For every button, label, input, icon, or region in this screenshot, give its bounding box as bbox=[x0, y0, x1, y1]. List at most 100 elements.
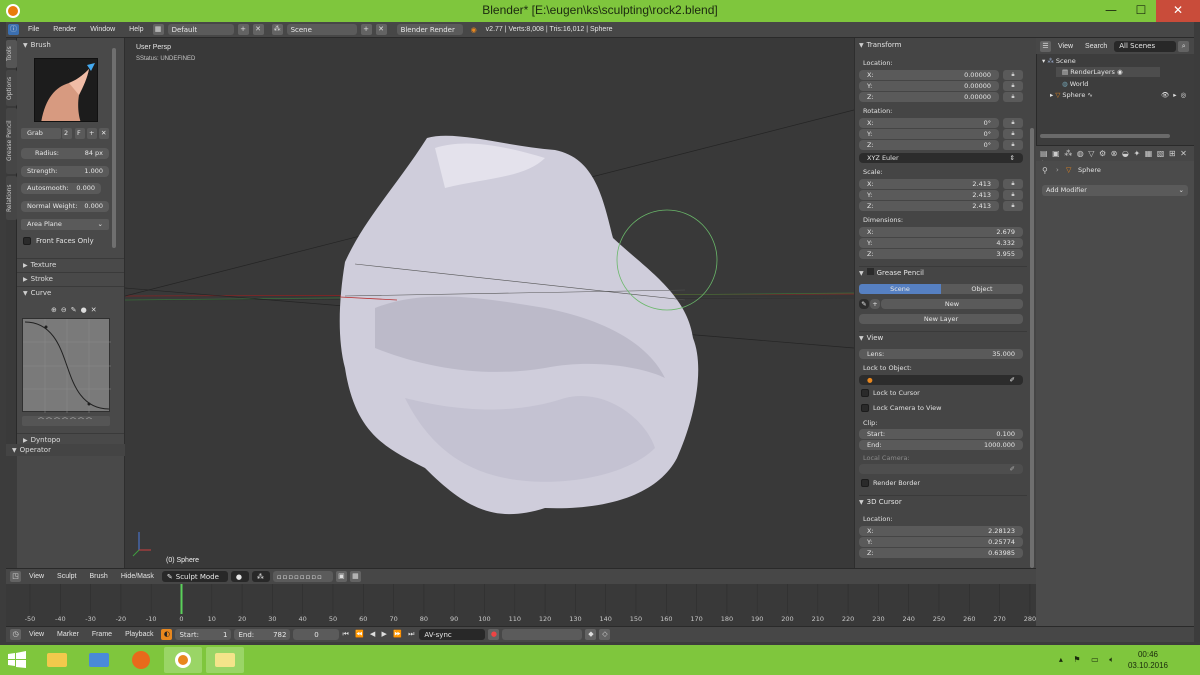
timeline-menu-frame[interactable]: Frame bbox=[87, 631, 117, 638]
outliner-hscrollbar[interactable] bbox=[1040, 134, 1170, 138]
add-scene-icon[interactable]: + bbox=[360, 24, 372, 35]
autosmooth-field[interactable]: Autosmooth: 0.000 bbox=[21, 183, 101, 194]
scale-z-field[interactable]: Z: 2.413 bbox=[859, 201, 999, 211]
normal-weight-field[interactable]: Normal Weight: 0.000 bbox=[21, 201, 109, 212]
dimensions-z-field[interactable]: Z: 3.955 bbox=[859, 249, 1023, 259]
add-layout-icon[interactable]: + bbox=[237, 24, 249, 35]
firefox-icon[interactable] bbox=[122, 647, 160, 673]
remote-desktop-icon[interactable] bbox=[80, 647, 118, 673]
timeline-editor[interactable]: -50 -40 -30 -20 -10 0 10 20 30 40 50 60 70 80 90 100 110… bbox=[6, 584, 1036, 626]
eyedropper-icon[interactable]: ✐ bbox=[1010, 375, 1015, 385]
lock-to-cursor-checkbox[interactable] bbox=[861, 389, 869, 397]
view-panel-header[interactable]: ▼ View bbox=[859, 331, 1027, 343]
close-button[interactable]: ✕ bbox=[1156, 0, 1200, 22]
lock-icon[interactable]: 🔒︎ bbox=[1003, 70, 1023, 80]
brush-users-count[interactable]: 2 bbox=[62, 128, 72, 139]
menu-render[interactable]: Render bbox=[48, 26, 81, 33]
pencil-icon[interactable]: ✎ bbox=[859, 299, 869, 309]
gp-new-button[interactable]: New bbox=[881, 299, 1023, 309]
folder-taskbar-icon[interactable] bbox=[206, 647, 244, 673]
properties-region-scrollbar[interactable] bbox=[1030, 128, 1034, 568]
tab-tools[interactable]: Tools bbox=[6, 40, 17, 68]
viewport-menu-sculpt[interactable]: Sculpt bbox=[52, 573, 81, 580]
file-explorer-icon[interactable] bbox=[38, 647, 76, 673]
gp-new-layer-button[interactable]: New Layer bbox=[859, 314, 1023, 324]
scale-y-field[interactable]: Y: 2.413 bbox=[859, 190, 999, 200]
outliner-search-menu[interactable]: Search bbox=[1080, 43, 1112, 50]
menu-help[interactable]: Help bbox=[124, 26, 148, 33]
scale-x-field[interactable]: X: 2.413 bbox=[859, 179, 999, 189]
pivot-point-select[interactable]: ⁂ bbox=[251, 571, 270, 582]
transform-panel-header[interactable]: ▼ Transform bbox=[859, 39, 1027, 51]
lock-icon[interactable]: 🔒︎ bbox=[1003, 201, 1023, 211]
tab-grease-pencil[interactable]: Grease Pencil bbox=[6, 108, 17, 174]
brush-panel-header[interactable]: ▼ Brush bbox=[17, 39, 124, 51]
render-preview-icon[interactable]: ▦ bbox=[349, 571, 361, 582]
lock-camera-checkbox[interactable] bbox=[861, 404, 869, 412]
curve-tools-icons[interactable]: ⊕⊖✎●✕ bbox=[51, 306, 101, 314]
sync-mode-select[interactable]: AV-sync bbox=[419, 629, 486, 640]
tab-relations[interactable]: Relations bbox=[6, 176, 17, 220]
lock-icon[interactable]: 🔒︎ bbox=[1003, 81, 1023, 91]
curve-editor[interactable] bbox=[22, 318, 111, 413]
lock-icon[interactable]: 🔒︎ bbox=[1003, 140, 1023, 150]
remove-scene-icon[interactable]: ✕ bbox=[375, 24, 387, 35]
minimize-button[interactable]: — bbox=[1096, 0, 1126, 22]
outliner-editor-icon[interactable]: ☰ bbox=[1040, 40, 1051, 52]
curve-panel-header[interactable]: ▼ Curve bbox=[17, 286, 124, 298]
lock-icon[interactable]: 🔒︎ bbox=[1003, 190, 1023, 200]
viewport-menu-view[interactable]: View bbox=[24, 573, 49, 580]
current-frame-field[interactable]: 0 bbox=[293, 629, 340, 640]
gp-object-toggle[interactable]: Object bbox=[941, 284, 1023, 294]
lock-icon[interactable]: 🔒︎ bbox=[1003, 129, 1023, 139]
rotation-x-field[interactable]: X: 0° bbox=[859, 118, 999, 128]
keying-set-field[interactable] bbox=[502, 629, 583, 640]
remove-layout-icon[interactable]: ✕ bbox=[252, 24, 264, 35]
lock-icon[interactable]: 🔒︎ bbox=[1003, 179, 1023, 189]
add-brush-icon[interactable]: + bbox=[87, 128, 97, 139]
timeline-editor-icon[interactable]: ◷ bbox=[10, 629, 21, 640]
outliner-view-menu[interactable]: View bbox=[1053, 43, 1078, 50]
layer-buttons[interactable]: ▫▫▫▫▫▫▫▫ bbox=[272, 571, 333, 582]
scene-icon[interactable]: ⁂ bbox=[271, 24, 283, 35]
strength-field[interactable]: Strength: 1.000 bbox=[21, 166, 109, 177]
render-border-checkbox[interactable] bbox=[861, 479, 869, 487]
cursor-y-field[interactable]: Y: 0.25774 bbox=[859, 537, 1023, 547]
viewport-menu-hide-mask[interactable]: Hide/Mask bbox=[116, 573, 159, 580]
timeline-menu-marker[interactable]: Marker bbox=[52, 631, 84, 638]
editor-type-icon[interactable]: ⓘ bbox=[8, 24, 19, 35]
clip-end-field[interactable]: End: 1000.000 bbox=[859, 440, 1023, 450]
location-z-field[interactable]: Z: 0.00000 bbox=[859, 92, 999, 102]
gp-scene-toggle[interactable]: Scene bbox=[859, 284, 941, 294]
grease-pencil-checkbox[interactable] bbox=[866, 268, 874, 275]
screen-layout-icon[interactable]: ▦ bbox=[152, 24, 164, 35]
menu-file[interactable]: File bbox=[23, 26, 44, 33]
stroke-panel-header[interactable]: ▶ Stroke bbox=[17, 272, 124, 284]
location-x-field[interactable]: X: 0.00000 bbox=[859, 70, 999, 80]
menu-window[interactable]: Window bbox=[85, 26, 120, 33]
viewport-menu-brush[interactable]: Brush bbox=[85, 573, 113, 580]
rotation-y-field[interactable]: Y: 0° bbox=[859, 129, 999, 139]
unlink-brush-icon[interactable]: ✕ bbox=[99, 128, 109, 139]
add-modifier-button[interactable]: Add Modifier ⌄ bbox=[1042, 185, 1188, 196]
rotation-mode-select[interactable]: XYZ Euler ⇕ bbox=[859, 153, 1023, 163]
system-tray-icons[interactable]: ▴ ⚑ ▭ 🔈︎ bbox=[1059, 655, 1118, 665]
cursor-z-field[interactable]: Z: 0.63985 bbox=[859, 548, 1023, 558]
tab-options[interactable]: Options bbox=[6, 70, 17, 106]
curve-preset-icons[interactable]: ⌒⌒⌒⌒⌒⌒⌒ bbox=[22, 416, 110, 426]
windows-start-icon[interactable] bbox=[8, 651, 26, 669]
clip-start-field[interactable]: Start: 0.100 bbox=[859, 429, 1023, 439]
radius-field[interactable]: Radius: 84 px bbox=[21, 148, 109, 159]
grease-pencil-panel-header[interactable]: ▼ Grease Pencil bbox=[859, 266, 1027, 278]
scene-select[interactable]: Scene bbox=[286, 24, 357, 35]
outliner-filter-select[interactable]: All Scenes bbox=[1114, 40, 1177, 52]
record-icon[interactable]: ● bbox=[488, 629, 500, 640]
outliner-item-sphere[interactable]: ▸ ▽ Sphere ∿ bbox=[1050, 91, 1093, 99]
search-icon[interactable]: ⌕ bbox=[1178, 40, 1190, 52]
outliner-item-world[interactable]: ◍ World bbox=[1062, 80, 1088, 88]
playback-controls[interactable]: ⏮ ⏪ ◀ ▶ ⏩ ⏭ bbox=[342, 630, 416, 639]
blender-taskbar-icon[interactable] bbox=[164, 647, 202, 673]
brush-preview-image[interactable] bbox=[34, 58, 98, 122]
dimensions-x-field[interactable]: X: 2.679 bbox=[859, 227, 1023, 237]
brush-fake-user-toggle[interactable]: F bbox=[75, 128, 85, 139]
